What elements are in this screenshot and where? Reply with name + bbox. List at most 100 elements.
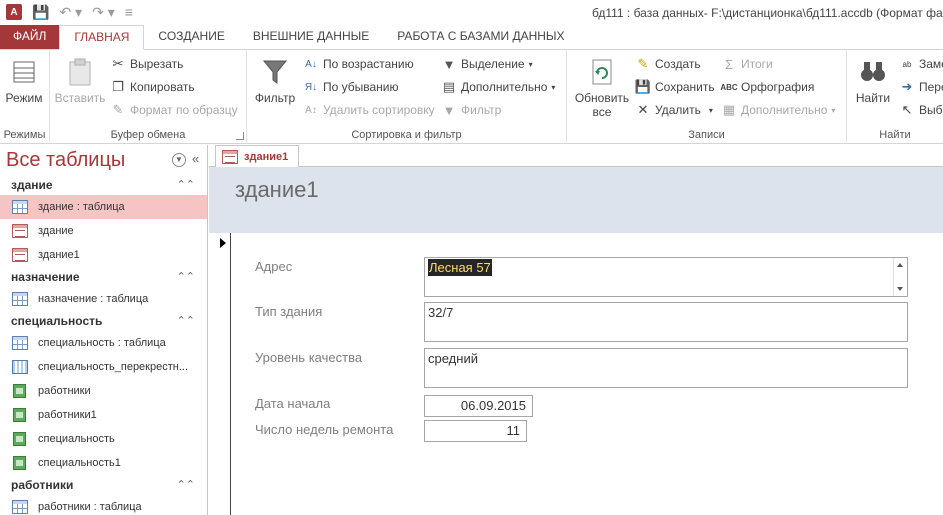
clipboard-icon <box>64 56 96 88</box>
nav-item-report[interactable]: работники <box>0 379 207 403</box>
sort-ascending-icon: A↓ <box>305 58 317 70</box>
paste-button[interactable]: Вставить <box>54 56 106 105</box>
quality-level-label: Уровень качества <box>255 350 363 365</box>
access-app-icon[interactable]: A <box>6 4 22 20</box>
tab-file[interactable]: ФАЙЛ <box>0 25 60 49</box>
nav-group-header[interactable]: здание ⌃⌃ <box>0 175 207 195</box>
nav-item-report[interactable]: работники1 <box>0 403 207 427</box>
current-record-arrow-icon <box>220 238 226 248</box>
nav-item-table[interactable]: работники : таблица <box>0 495 207 515</box>
nav-item-query[interactable]: специальность_перекрестн... <box>0 355 207 379</box>
remove-sort-button[interactable]: A↕ Удалить сортировку <box>303 100 435 120</box>
report-icon <box>13 408 26 422</box>
goto-button[interactable]: ➜ Пере <box>899 77 943 97</box>
group-label-clipboard: Буфер обмена <box>110 129 186 141</box>
save-record-button[interactable]: 💾 Сохранить <box>635 77 715 97</box>
tab-external-data[interactable]: ВНЕШНИЕ ДАННЫЕ <box>239 25 383 49</box>
view-button[interactable]: Режим <box>2 56 46 105</box>
nav-item-table[interactable]: специальность : таблица <box>0 331 207 355</box>
building-type-field[interactable]: 32/7 <box>424 302 908 342</box>
view-icon <box>8 56 40 88</box>
sort-descending-icon: Я↓ <box>304 81 318 93</box>
scroll-down-icon[interactable] <box>897 287 903 291</box>
tab-home[interactable]: ГЛАВНАЯ <box>59 25 145 50</box>
quality-level-field[interactable]: средний <box>424 348 908 388</box>
selection-filter-icon: ▼ <box>442 56 456 72</box>
start-date-field[interactable]: 06.09.2015 <box>424 395 533 417</box>
group-find: Найти ab Заме ➜ Пере ↖ Выбр Найти <box>847 50 943 144</box>
spelling-icon: ABC <box>720 82 738 92</box>
customize-qat-icon[interactable]: ≡ <box>125 3 133 21</box>
group-views: Режим Режимы <box>0 50 50 144</box>
replace-icon: ab <box>902 59 912 69</box>
save-icon[interactable]: 💾 <box>32 3 49 21</box>
nav-item-form[interactable]: здание <box>0 219 207 243</box>
more-records-button[interactable]: ▦ Дополнительно ▾ <box>721 100 836 120</box>
tab-create[interactable]: СОЗДАНИЕ <box>144 25 238 49</box>
select-button[interactable]: ↖ Выбр <box>899 100 943 120</box>
clipboard-launcher-icon[interactable] <box>236 132 244 140</box>
nav-group-header[interactable]: специальность ⌃⌃ <box>0 311 207 331</box>
copy-icon: ❐ <box>112 79 124 94</box>
sort-descending-button[interactable]: Я↓ По убыванию <box>303 77 399 97</box>
repair-weeks-field[interactable]: 11 <box>424 420 527 442</box>
undo-icon[interactable]: ↶ ▾ <box>59 3 82 21</box>
nav-item-report[interactable]: специальность1 <box>0 451 207 475</box>
address-label: Адрес <box>255 259 293 274</box>
refresh-all-button[interactable]: Обновить все <box>573 56 631 119</box>
chevron-up-icon: ⌃⌃ <box>176 179 195 191</box>
format-painter-button[interactable]: ✎ Формат по образцу <box>110 100 238 120</box>
group-clipboard: Вставить ✂ Вырезать ❐ Копировать ✎ Форма… <box>50 50 247 144</box>
brush-icon: ✎ <box>112 102 124 117</box>
address-field[interactable]: Лесная 57 <box>424 257 908 297</box>
advanced-filter-button[interactable]: ▤ Дополнительно ▾ <box>441 77 556 97</box>
cursor-icon: ↖ <box>901 102 913 117</box>
nav-item-table[interactable]: назначение : таблица <box>0 287 207 311</box>
scroll-up-icon[interactable] <box>897 263 903 267</box>
document-tab[interactable]: здание1 <box>215 145 299 168</box>
nav-item-table[interactable]: здание : таблица <box>0 195 207 219</box>
collapse-pane-icon[interactable]: « <box>192 151 199 166</box>
chevron-down-icon: ▾ <box>708 105 713 115</box>
report-icon <box>13 432 26 446</box>
toggle-filter-button[interactable]: ▼ Фильтр <box>441 100 502 120</box>
form-icon <box>12 248 28 262</box>
nav-group-header[interactable]: работники ⌃⌃ <box>0 475 207 495</box>
chevron-up-icon: ⌃⌃ <box>176 479 195 491</box>
nav-title[interactable]: Все таблицы <box>6 149 125 172</box>
find-button[interactable]: Найти <box>853 56 893 105</box>
group-label-records: Записи <box>688 129 725 141</box>
selection-button[interactable]: ▼ Выделение ▾ <box>441 54 533 74</box>
redo-icon[interactable]: ↷ ▾ <box>92 3 115 21</box>
cut-button[interactable]: ✂ Вырезать <box>110 54 184 74</box>
nav-item-form[interactable]: здание1 <box>0 243 207 267</box>
filter-button[interactable]: Фильтр <box>251 56 299 105</box>
tab-database-tools[interactable]: РАБОТА С БАЗАМИ ДАННЫХ <box>383 25 578 49</box>
table-icon <box>12 200 28 214</box>
group-sort-filter: Фильтр A↓ По возрастанию Я↓ По убыванию … <box>247 50 567 144</box>
group-records: Обновить все ✎ Создать 💾 Сохранить ✕ Уда… <box>567 50 847 144</box>
chevron-up-icon: ⌃⌃ <box>176 271 195 283</box>
nav-item-report[interactable]: специальность <box>0 427 207 451</box>
sigma-icon: Σ <box>724 56 734 72</box>
start-date-label: Дата начала <box>255 396 331 411</box>
quick-access-toolbar: A 💾 ↶ ▾ ↷ ▾ ≡ <box>6 3 133 21</box>
replace-button[interactable]: ab Заме <box>899 54 943 74</box>
sort-ascending-button[interactable]: A↓ По возрастанию <box>303 54 413 74</box>
address-scrollbar[interactable] <box>893 258 907 296</box>
nav-menu-icon[interactable]: ▼ <box>172 153 186 167</box>
totals-button[interactable]: Σ Итоги <box>721 54 773 74</box>
refresh-icon <box>586 56 618 88</box>
chevron-down-icon: ▾ <box>551 82 556 92</box>
table-icon <box>12 500 28 514</box>
arrow-right-icon: ➜ <box>901 79 913 94</box>
funnel-icon <box>259 56 291 88</box>
record-selector[interactable] <box>209 233 231 515</box>
spelling-button[interactable]: ABC Орфография <box>720 77 814 97</box>
nav-group-header[interactable]: назначение ⌃⌃ <box>0 267 207 287</box>
new-record-button[interactable]: ✎ Создать <box>635 54 701 74</box>
delete-record-button[interactable]: ✕ Удалить ▾ <box>635 100 713 120</box>
copy-button[interactable]: ❐ Копировать <box>110 77 194 97</box>
crosstab-query-icon <box>12 360 28 374</box>
window-title: бд111 : база данных- F:\дистанционка\бд1… <box>592 6 943 20</box>
